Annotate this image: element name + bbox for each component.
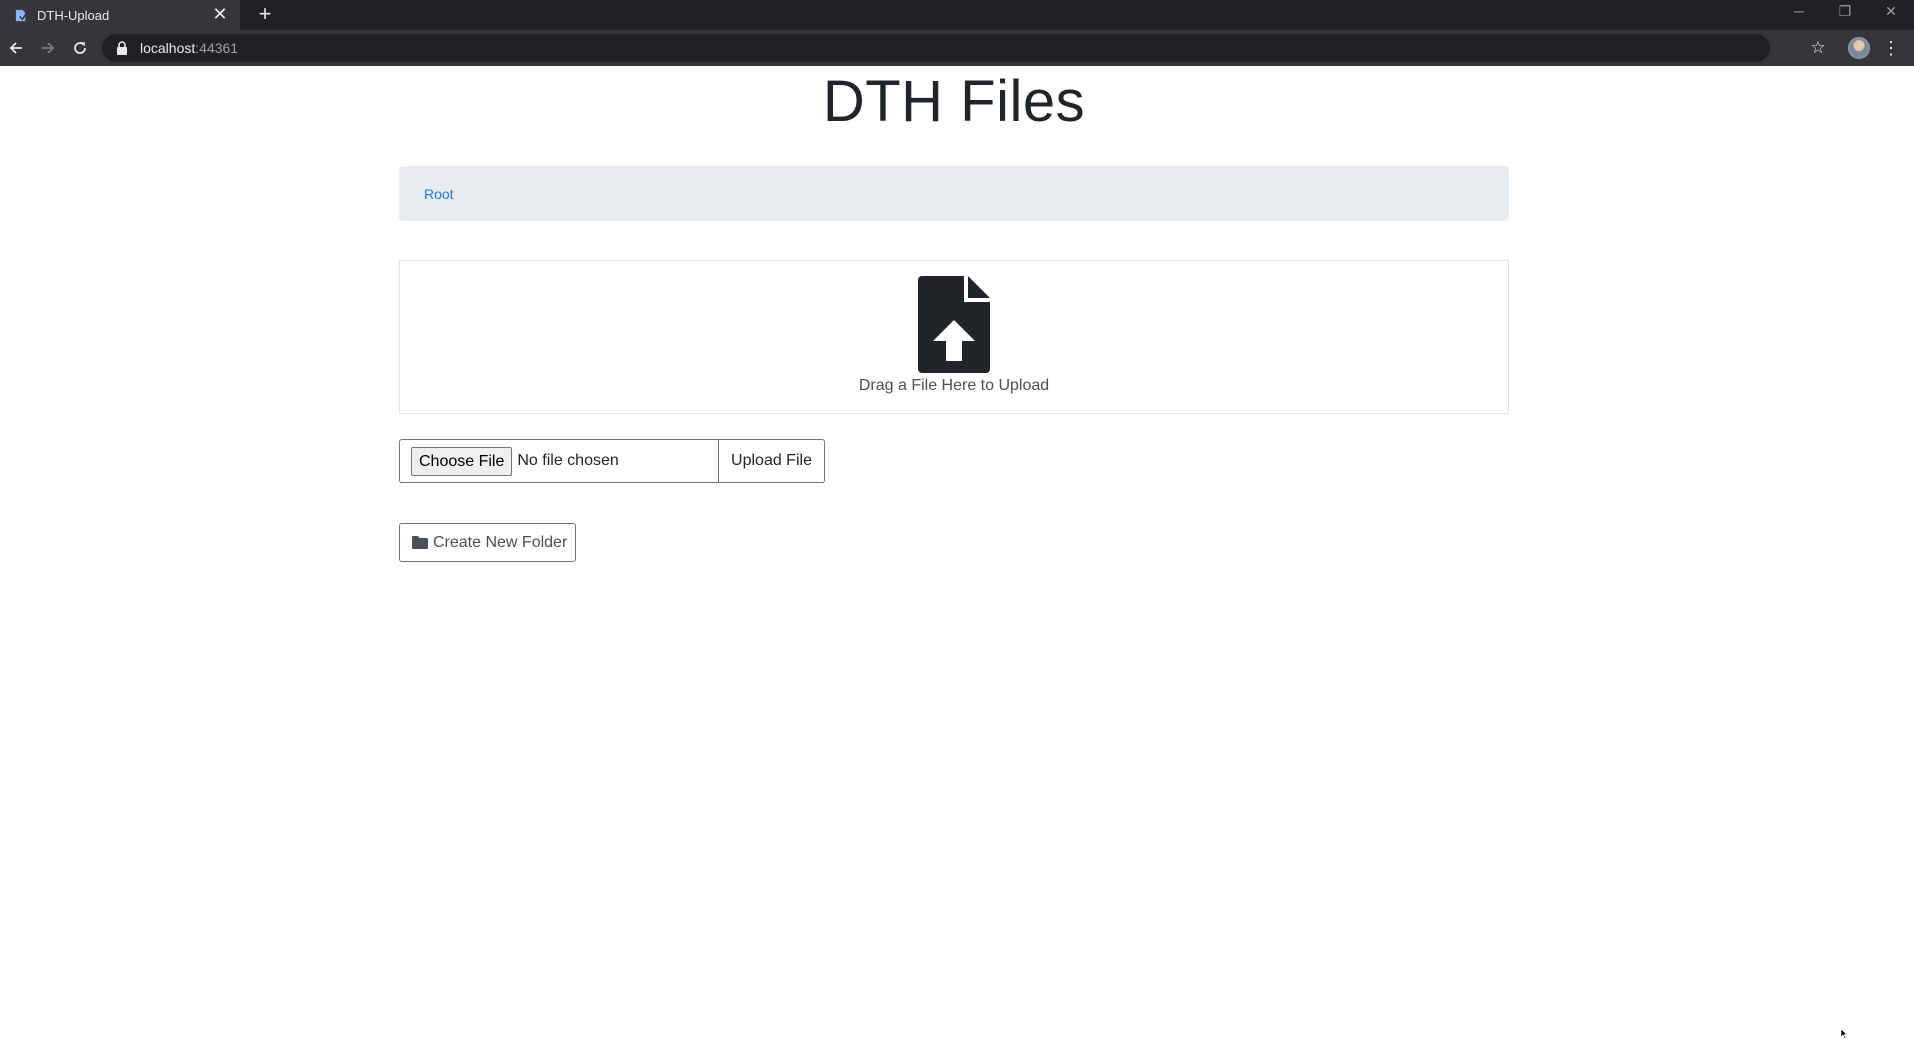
create-folder-button[interactable]: Create New Folder [399,523,576,562]
page-title: DTH Files [822,69,1086,134]
reload-button[interactable] [66,34,94,62]
url-port: :44361 [195,40,239,56]
dropzone-text: Drag a File Here to Upload [858,377,1050,394]
breadcrumb: Root [399,166,1509,221]
tab-title: DTH-Upload [37,7,110,23]
bookmark-star-icon[interactable]: ☆ [1808,38,1828,58]
browser-menu-icon[interactable]: ⋮ [1880,36,1902,60]
mouse-cursor-icon [1841,1029,1848,1039]
browser-toolbar: localhost:44361 ☆ ⋮ [0,30,1914,66]
forward-button[interactable] [34,34,62,62]
upload-file-button[interactable]: Upload File [719,439,825,483]
file-status-text: No file chosen [517,452,619,469]
file-input[interactable]: Choose File No file chosen [399,439,719,483]
profile-avatar[interactable] [1848,37,1870,59]
new-tab-button[interactable]: + [252,2,278,28]
create-folder-label: Create New Folder [433,533,568,551]
back-arrow-icon [9,42,22,54]
choose-file-button[interactable]: Choose File [411,446,513,476]
file-dropzone[interactable]: Drag a File Here to Upload [399,260,1509,414]
address-bar[interactable]: localhost:44361 [102,34,1770,62]
folder-icon [412,536,428,549]
window-controls: ─ ❐ ✕ [1776,0,1914,30]
page-favicon-icon [15,9,27,21]
lock-icon [117,41,127,55]
reload-icon [74,42,86,54]
close-window-button[interactable]: ✕ [1868,0,1914,30]
minimize-window-button[interactable]: ─ [1776,0,1822,30]
url-host: localhost [140,40,196,56]
restore-window-button[interactable]: ❐ [1822,0,1868,30]
file-upload-icon [918,276,990,373]
tab-strip: DTH-Upload ✕ + ─ ❐ ✕ [0,0,1914,30]
page-content: DTH Files Root Drag a File Here to Uploa… [0,66,1914,1039]
forward-arrow-icon [42,42,55,54]
tab-close-icon[interactable]: ✕ [208,3,232,27]
breadcrumb-root-link[interactable]: Root [424,186,454,202]
file-upload-form: Choose File No file chosen Upload File [399,439,825,483]
back-button[interactable] [2,34,30,62]
browser-tab-active[interactable]: DTH-Upload ✕ [0,0,240,30]
